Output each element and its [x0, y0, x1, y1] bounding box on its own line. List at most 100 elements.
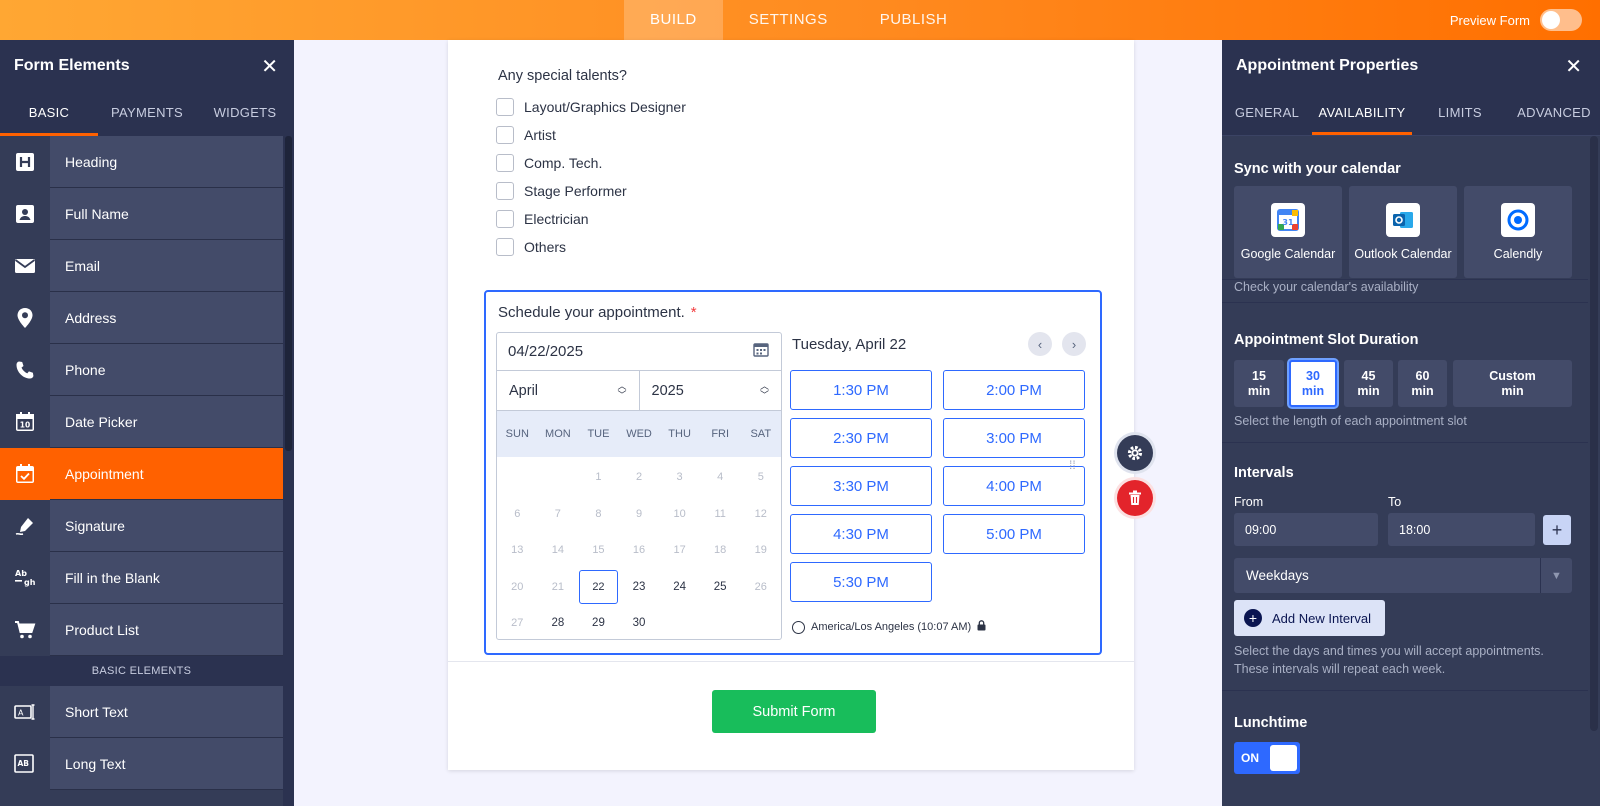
calendar-day-available[interactable]: 30: [619, 605, 660, 639]
element-long-text[interactable]: AB Long Text: [0, 737, 283, 790]
calendar-day: [538, 459, 579, 496]
to-time-input[interactable]: 18:00: [1388, 513, 1535, 546]
add-new-interval-button[interactable]: + Add New Interval: [1234, 600, 1385, 636]
properties-header: Appointment Properties ✕: [1222, 40, 1600, 92]
tab-advanced[interactable]: ADVANCED: [1508, 92, 1600, 135]
clock-icon: [792, 620, 805, 634]
duration-unit: min: [1411, 383, 1434, 398]
time-slot[interactable]: 1:30 PM: [790, 370, 932, 410]
left-scrollbar-thumb[interactable]: [285, 136, 292, 451]
element-short-text[interactable]: A Short Text: [0, 685, 283, 738]
duration-option-selected[interactable]: 30 min: [1289, 360, 1337, 407]
weekday-label: FRI: [711, 428, 730, 440]
time-slot[interactable]: 4:00 PM: [943, 466, 1085, 506]
checkbox[interactable]: [496, 210, 514, 228]
element-label: Appointment: [65, 465, 144, 482]
phone-icon: [0, 343, 50, 396]
element-address[interactable]: Address: [0, 291, 283, 344]
month-select[interactable]: April ︿ ﹀: [497, 371, 639, 410]
time-slot[interactable]: 4:30 PM: [790, 514, 932, 554]
checkbox[interactable]: [496, 154, 514, 172]
tab-widgets[interactable]: WIDGETS: [196, 92, 294, 136]
tab-availability[interactable]: AVAILABILITY: [1312, 92, 1412, 135]
time-slot[interactable]: 3:00 PM: [943, 418, 1085, 458]
date-input[interactable]: 04/22/2025: [497, 333, 781, 371]
duration-option[interactable]: 15 min: [1234, 360, 1284, 407]
time-slot[interactable]: 2:30 PM: [790, 418, 932, 458]
sync-help: Check your calendar's availability: [1234, 280, 1419, 294]
talent-option[interactable]: Stage Performer: [496, 182, 627, 200]
drag-handle-icon[interactable]: ⁞⁞: [1069, 459, 1079, 471]
calendar-day: 26: [754, 580, 767, 593]
element-phone[interactable]: Phone: [0, 343, 283, 396]
tab-settings[interactable]: SETTINGS: [723, 0, 854, 40]
tab-publish[interactable]: PUBLISH: [854, 0, 974, 40]
lunchtime-toggle[interactable]: ON: [1234, 742, 1300, 774]
time-slot[interactable]: 5:00 PM: [943, 514, 1085, 554]
checkbox[interactable]: [496, 182, 514, 200]
talent-option[interactable]: Artist: [496, 126, 556, 144]
appointment-field[interactable]: Schedule your appointment. * 04/22/2025 A…: [484, 290, 1102, 655]
calendar-day-available[interactable]: 29: [578, 605, 619, 639]
outlook-calendar-card[interactable]: Outlook Calendar: [1349, 186, 1457, 278]
calendar-day-selected[interactable]: 22: [578, 569, 619, 606]
year-select[interactable]: 2025 ︿ ﹀: [638, 371, 782, 410]
tab-payments[interactable]: PAYMENTS: [98, 92, 196, 136]
svg-text:AB: AB: [18, 759, 30, 768]
calendar-icon[interactable]: [753, 342, 769, 361]
chevron-right-icon[interactable]: ›: [1062, 332, 1086, 356]
calendar-day-available[interactable]: 23: [619, 569, 660, 606]
right-scrollbar-thumb[interactable]: [1590, 136, 1598, 731]
tab-limits[interactable]: LIMITS: [1412, 92, 1508, 135]
chevron-left-icon[interactable]: ‹: [1028, 332, 1052, 356]
timezone[interactable]: America/Los Angeles (10:07 AM): [792, 620, 986, 634]
checkbox[interactable]: [496, 126, 514, 144]
close-icon[interactable]: ✕: [261, 54, 278, 79]
time-slot[interactable]: 3:30 PM: [790, 466, 932, 506]
gear-icon[interactable]: [1117, 435, 1153, 471]
duration-option[interactable]: 60 min: [1398, 360, 1447, 407]
submit-button[interactable]: Submit Form: [712, 690, 876, 733]
calendar-day-available[interactable]: 25: [700, 569, 741, 606]
appointment-properties-panel: Appointment Properties ✕ GENERAL AVAILAB…: [1222, 40, 1600, 806]
element-signature[interactable]: Signature: [0, 499, 283, 552]
tab-build[interactable]: BUILD: [624, 0, 723, 40]
talent-option[interactable]: Layout/Graphics Designer: [496, 98, 686, 116]
preview-form-toggle[interactable]: [1540, 9, 1582, 31]
element-email[interactable]: Email: [0, 239, 283, 292]
days-dropdown[interactable]: Weekdays ▼: [1234, 558, 1572, 593]
google-calendar-card[interactable]: 31 Google Calendar: [1234, 186, 1342, 278]
element-appointment[interactable]: Appointment: [0, 447, 283, 500]
element-product-list[interactable]: Product List: [0, 603, 283, 656]
talent-option[interactable]: Electrician: [496, 210, 589, 228]
element-date-picker[interactable]: 10 Date Picker: [0, 395, 283, 448]
time-slot[interactable]: 2:00 PM: [943, 370, 1085, 410]
element-full-name[interactable]: Full Name: [0, 187, 283, 240]
add-time-button[interactable]: +: [1543, 515, 1571, 545]
left-scrollbar[interactable]: [283, 136, 294, 806]
time-slot[interactable]: 5:30 PM: [790, 562, 932, 602]
trash-icon[interactable]: [1117, 480, 1153, 516]
tab-basic[interactable]: BASIC: [0, 92, 98, 136]
duration-option-custom[interactable]: Custom min: [1453, 360, 1572, 407]
calendar-day: 3: [676, 471, 683, 484]
right-scrollbar[interactable]: [1588, 136, 1600, 806]
element-fill-in-the-blank[interactable]: Ab gh Fill in the Blank: [0, 551, 283, 604]
properties-body: Sync with your calendar 31 Google Calend…: [1222, 136, 1588, 806]
checkbox[interactable]: [496, 238, 514, 256]
element-heading[interactable]: Heading: [0, 135, 283, 188]
close-icon[interactable]: ✕: [1565, 54, 1582, 79]
talent-option[interactable]: Comp. Tech.: [496, 154, 602, 172]
calendar-day-available[interactable]: 28: [538, 605, 579, 639]
duration-option[interactable]: 45 min: [1344, 360, 1393, 407]
checkbox[interactable]: [496, 98, 514, 116]
person-card-icon: [0, 187, 50, 240]
calendar-day-available[interactable]: 24: [659, 569, 700, 606]
from-time-input[interactable]: 09:00: [1234, 513, 1378, 546]
element-label: Fill in the Blank: [65, 569, 160, 586]
tab-general[interactable]: GENERAL: [1222, 92, 1312, 135]
outlook-calendar-label: Outlook Calendar: [1354, 247, 1452, 261]
submit-divider: [448, 661, 1134, 662]
talent-option[interactable]: Others: [496, 238, 566, 256]
calendly-card[interactable]: Calendly: [1464, 186, 1572, 278]
